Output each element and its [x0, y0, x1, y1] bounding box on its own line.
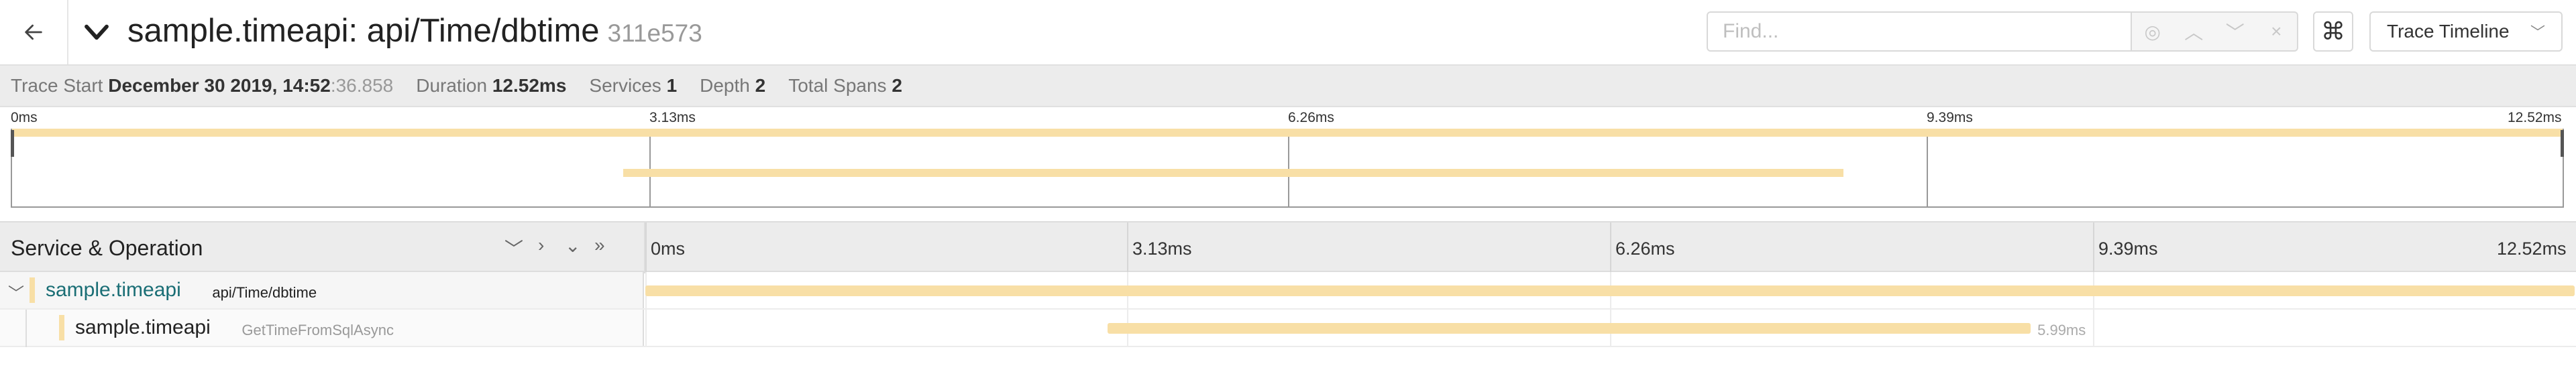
timeline-tick-label: 3.13ms — [1132, 239, 1192, 259]
minimap-tick-label: 9.39ms — [1927, 110, 1973, 125]
minimap-gridline — [1927, 129, 1928, 208]
span-service-name: sample.timeapi — [75, 316, 211, 338]
trace-header: sample.timeapi: api/Time/dbtime311e573 ◎… — [0, 0, 2576, 64]
chevron-down-icon[interactable] — [83, 20, 110, 44]
minimap-tick-label: 0ms — [11, 110, 38, 125]
span-name-cell[interactable]: ﹀ sample.timeapi api/Time/dbtime — [0, 272, 644, 308]
find-input[interactable] — [1708, 13, 2131, 50]
minimap-canvas[interactable] — [11, 129, 2564, 208]
minimap-gridline — [649, 129, 651, 208]
span-service-name: sample.timeapi — [46, 279, 181, 301]
keyboard-shortcuts-button[interactable]: ⌘ — [2313, 11, 2353, 52]
services-value: 1 — [666, 75, 678, 96]
target-icon[interactable]: ◎ — [2139, 21, 2166, 43]
minimap-tick-label: 3.13ms — [649, 110, 696, 125]
minimap-span-bar — [12, 129, 2563, 137]
total-spans-label: Total Spans — [788, 75, 887, 96]
chevron-up-icon[interactable]: ︿ — [2180, 18, 2207, 45]
minimap-right-handle[interactable] — [2561, 130, 2564, 157]
span-operation-name: api/Time/dbtime — [212, 284, 317, 301]
duration-value: 12.52ms — [492, 75, 567, 96]
trace-summary: Trace Start December 30 2019, 14:52:36.8… — [0, 64, 2576, 107]
span-rows: ﹀ sample.timeapi api/Time/dbtime sample.tim… — [0, 272, 2576, 347]
command-icon: ⌘ — [2321, 17, 2345, 45]
expand-one-icon[interactable]: › — [538, 235, 544, 256]
span-name-cell[interactable]: sample.timeapi GetTimeFromSqlAsync — [0, 310, 644, 347]
span-row[interactable]: sample.timeapi GetTimeFromSqlAsync 5.99ms — [0, 310, 2576, 347]
trace-duration: Duration 12.52ms — [416, 75, 566, 96]
trace-start-value: December 30 2019, 14:52 — [108, 75, 331, 96]
minimap-tick-label: 12.52ms — [2508, 110, 2562, 125]
trace-title: sample.timeapi: api/Time/dbtime 311e573 — [127, 12, 702, 50]
timeline-tick-label: 9.39ms — [2098, 239, 2158, 259]
trace-start-seconds: :36.858 — [330, 75, 394, 96]
span-bar[interactable] — [645, 285, 2575, 296]
timeline-tick-label: 12.52ms — [2497, 239, 2567, 259]
trace-id: 311e573 — [607, 19, 702, 47]
timeline-gridline — [645, 310, 647, 346]
close-icon[interactable]: × — [2263, 21, 2290, 42]
minimap-span-bar — [623, 169, 1844, 177]
collapse-one-icon[interactable]: ﹀ — [504, 235, 523, 261]
span-bar-cell[interactable]: 5.99ms — [645, 310, 2576, 346]
timeline-header: Service & Operation ﹀ › ⌄ » 0ms 3.13ms 6… — [0, 221, 2576, 273]
total-spans-value: 2 — [892, 75, 902, 96]
trace-total-spans: Total Spans 2 — [788, 75, 902, 96]
chevron-down-icon[interactable]: ﹀ — [8, 280, 24, 304]
expand-all-icon[interactable]: » — [594, 235, 605, 256]
minimap-gridline — [1288, 129, 1289, 208]
span-row[interactable]: ﹀ sample.timeapi api/Time/dbtime — [0, 272, 2576, 310]
minimap-left-handle[interactable] — [11, 130, 14, 157]
service-color-stripe — [59, 315, 64, 340]
view-select-value: Trace Timeline — [2387, 21, 2510, 42]
trace-title-text: sample.timeapi: api/Time/dbtime — [127, 13, 600, 49]
find-input-wrapper — [1707, 11, 2132, 52]
service-color-stripe — [30, 277, 35, 303]
span-bar-cell[interactable] — [645, 272, 2576, 308]
trace-services: Services 1 — [589, 75, 677, 96]
span-bar[interactable] — [1108, 323, 2031, 334]
arrow-left-icon — [25, 24, 42, 40]
back-button[interactable] — [0, 0, 68, 64]
depth-value: 2 — [755, 75, 766, 96]
chevron-down-icon: ﹀ — [2530, 24, 2545, 41]
trace-minimap[interactable]: 0ms 3.13ms 6.26ms 9.39ms 12.52ms — [0, 107, 2576, 210]
view-select[interactable]: Trace Timeline ﹀ — [2369, 11, 2563, 52]
chevron-down-icon[interactable]: ﹀ — [2222, 18, 2249, 45]
timeline-ticks: 0ms 3.13ms 6.26ms 9.39ms 12.52ms — [645, 222, 2576, 273]
depth-label: Depth — [700, 75, 750, 96]
trace-start-label: Trace Start — [11, 75, 103, 96]
service-operation-heading: Service & Operation — [11, 236, 203, 260]
span-duration-label: 5.99ms — [2037, 322, 2086, 338]
collapse-all-icon[interactable]: ⌄ — [565, 235, 580, 257]
services-label: Services — [589, 75, 661, 96]
trace-depth: Depth 2 — [700, 75, 765, 96]
duration-label: Duration — [416, 75, 488, 96]
trace-start: Trace Start December 30 2019, 14:52:36.8… — [11, 75, 393, 96]
timeline-tick-label: 6.26ms — [1615, 239, 1675, 259]
timeline-gridline — [2093, 310, 2094, 346]
minimap-tick-label: 6.26ms — [1288, 110, 1334, 125]
span-operation-name: GetTimeFromSqlAsync — [241, 322, 394, 338]
find-controls: ◎ ︿ ﹀ × — [2132, 11, 2298, 52]
indent-guide — [25, 310, 27, 347]
timeline-tick-label: 0ms — [651, 239, 686, 259]
